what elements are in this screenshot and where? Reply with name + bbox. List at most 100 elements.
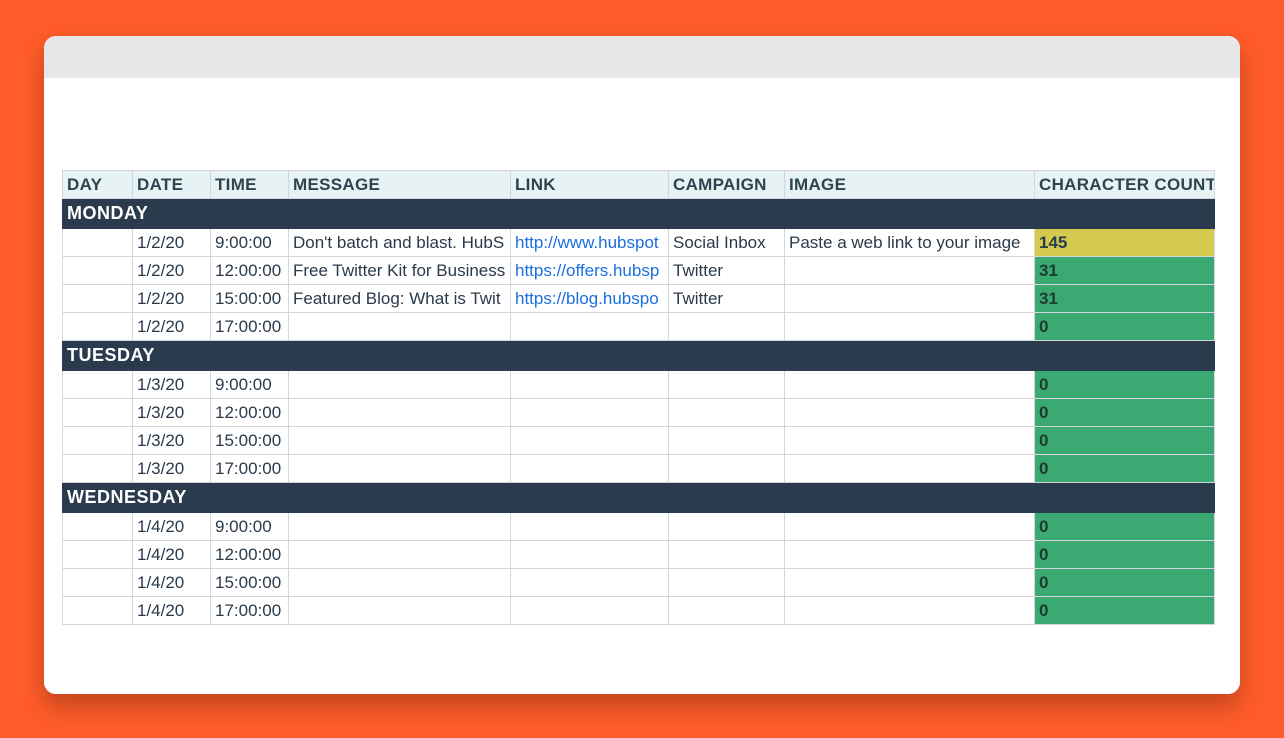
cell-date[interactable]: 1/4/20: [133, 541, 211, 569]
cell-campaign[interactable]: [669, 541, 785, 569]
cell-date[interactable]: 1/3/20: [133, 455, 211, 483]
cell-message[interactable]: [289, 399, 511, 427]
cell-time[interactable]: 12:00:00: [211, 257, 289, 285]
cell-message[interactable]: [289, 313, 511, 341]
cell-date[interactable]: 1/2/20: [133, 257, 211, 285]
cell-day[interactable]: [63, 229, 133, 257]
col-header-date[interactable]: DATE: [133, 171, 211, 199]
cell-time[interactable]: 9:00:00: [211, 513, 289, 541]
cell-date[interactable]: 1/4/20: [133, 513, 211, 541]
cell-campaign[interactable]: Twitter: [669, 257, 785, 285]
cell-date[interactable]: 1/4/20: [133, 569, 211, 597]
cell-link[interactable]: [511, 569, 669, 597]
cell-image[interactable]: [785, 455, 1035, 483]
social-schedule-table[interactable]: DAY DATE TIME MESSAGE LINK CAMPAIGN IMAG…: [62, 170, 1215, 625]
cell-time[interactable]: 12:00:00: [211, 541, 289, 569]
cell-image[interactable]: [785, 513, 1035, 541]
col-header-time[interactable]: TIME: [211, 171, 289, 199]
cell-date[interactable]: 1/2/20: [133, 285, 211, 313]
cell-message[interactable]: Free Twitter Kit for Business: [289, 257, 511, 285]
cell-image[interactable]: [785, 541, 1035, 569]
cell-link[interactable]: [511, 427, 669, 455]
cell-date[interactable]: 1/4/20: [133, 597, 211, 625]
table-row[interactable]: 1/3/209:00:000: [63, 371, 1215, 399]
cell-campaign[interactable]: [669, 597, 785, 625]
cell-campaign[interactable]: [669, 569, 785, 597]
table-row[interactable]: 1/2/2015:00:00Featured Blog: What is Twi…: [63, 285, 1215, 313]
cell-day[interactable]: [63, 313, 133, 341]
cell-character-count[interactable]: 0: [1035, 513, 1215, 541]
cell-character-count[interactable]: 31: [1035, 285, 1215, 313]
cell-character-count[interactable]: 145: [1035, 229, 1215, 257]
cell-image[interactable]: [785, 569, 1035, 597]
cell-day[interactable]: [63, 399, 133, 427]
table-row[interactable]: 1/3/2015:00:00 0: [63, 427, 1215, 455]
cell-time[interactable]: 15:00:00: [211, 427, 289, 455]
cell-character-count[interactable]: 0: [1035, 455, 1215, 483]
cell-message[interactable]: [289, 455, 511, 483]
table-row[interactable]: 1/4/2017:00:000: [63, 597, 1215, 625]
cell-link[interactable]: [511, 399, 669, 427]
cell-image[interactable]: [785, 313, 1035, 341]
cell-link[interactable]: [511, 541, 669, 569]
table-row[interactable]: 1/2/2017:00:00 0: [63, 313, 1215, 341]
table-row[interactable]: 1/2/2012:00:00Free Twitter Kit for Busin…: [63, 257, 1215, 285]
cell-link[interactable]: [511, 371, 669, 399]
cell-message[interactable]: Featured Blog: What is Twit: [289, 285, 511, 313]
cell-date[interactable]: 1/3/20: [133, 427, 211, 455]
cell-campaign[interactable]: [669, 313, 785, 341]
cell-message[interactable]: [289, 371, 511, 399]
cell-time[interactable]: 12:00:00: [211, 399, 289, 427]
cell-day[interactable]: [63, 455, 133, 483]
cell-date[interactable]: 1/3/20: [133, 399, 211, 427]
cell-time[interactable]: 9:00:00: [211, 371, 289, 399]
cell-message[interactable]: [289, 513, 511, 541]
cell-time[interactable]: 15:00:00: [211, 569, 289, 597]
table-row[interactable]: 1/2/209:00:00Don't batch and blast. HubS…: [63, 229, 1215, 257]
cell-character-count[interactable]: 0: [1035, 541, 1215, 569]
cell-day[interactable]: [63, 371, 133, 399]
cell-day[interactable]: [63, 541, 133, 569]
cell-link[interactable]: https://blog.hubspo: [511, 285, 669, 313]
cell-message[interactable]: Don't batch and blast. HubS: [289, 229, 511, 257]
cell-campaign[interactable]: [669, 427, 785, 455]
col-header-campaign[interactable]: CAMPAIGN: [669, 171, 785, 199]
cell-message[interactable]: [289, 427, 511, 455]
col-header-link[interactable]: LINK: [511, 171, 669, 199]
cell-character-count[interactable]: 0: [1035, 399, 1215, 427]
cell-image[interactable]: Paste a web link to your image: [785, 229, 1035, 257]
cell-character-count[interactable]: 31: [1035, 257, 1215, 285]
cell-time[interactable]: 17:00:00: [211, 313, 289, 341]
cell-day[interactable]: [63, 427, 133, 455]
cell-time[interactable]: 17:00:00: [211, 597, 289, 625]
cell-date[interactable]: 1/2/20: [133, 229, 211, 257]
cell-image[interactable]: [785, 399, 1035, 427]
cell-time[interactable]: 15:00:00: [211, 285, 289, 313]
cell-day[interactable]: [63, 597, 133, 625]
cell-link[interactable]: [511, 455, 669, 483]
cell-day[interactable]: [63, 513, 133, 541]
col-header-image[interactable]: IMAGE: [785, 171, 1035, 199]
cell-link[interactable]: http://www.hubspot: [511, 229, 669, 257]
cell-character-count[interactable]: 0: [1035, 427, 1215, 455]
cell-image[interactable]: [785, 285, 1035, 313]
cell-link[interactable]: https://offers.hubsp: [511, 257, 669, 285]
cell-image[interactable]: [785, 257, 1035, 285]
cell-character-count[interactable]: 0: [1035, 313, 1215, 341]
col-header-message[interactable]: MESSAGE: [289, 171, 511, 199]
table-row[interactable]: 1/4/209:00:00 0: [63, 513, 1215, 541]
table-row[interactable]: 1/4/2012:00:00 0: [63, 541, 1215, 569]
cell-image[interactable]: [785, 597, 1035, 625]
table-row[interactable]: 1/3/2012:00:00 0: [63, 399, 1215, 427]
cell-message[interactable]: [289, 541, 511, 569]
cell-campaign[interactable]: [669, 371, 785, 399]
cell-image[interactable]: [785, 371, 1035, 399]
cell-campaign[interactable]: Twitter: [669, 285, 785, 313]
cell-link[interactable]: [511, 597, 669, 625]
table-row[interactable]: 1/3/2017:00:000: [63, 455, 1215, 483]
spreadsheet-canvas[interactable]: DAY DATE TIME MESSAGE LINK CAMPAIGN IMAG…: [44, 78, 1240, 694]
cell-character-count[interactable]: 0: [1035, 569, 1215, 597]
cell-time[interactable]: 9:00:00: [211, 229, 289, 257]
col-header-day[interactable]: DAY: [63, 171, 133, 199]
cell-date[interactable]: 1/2/20: [133, 313, 211, 341]
